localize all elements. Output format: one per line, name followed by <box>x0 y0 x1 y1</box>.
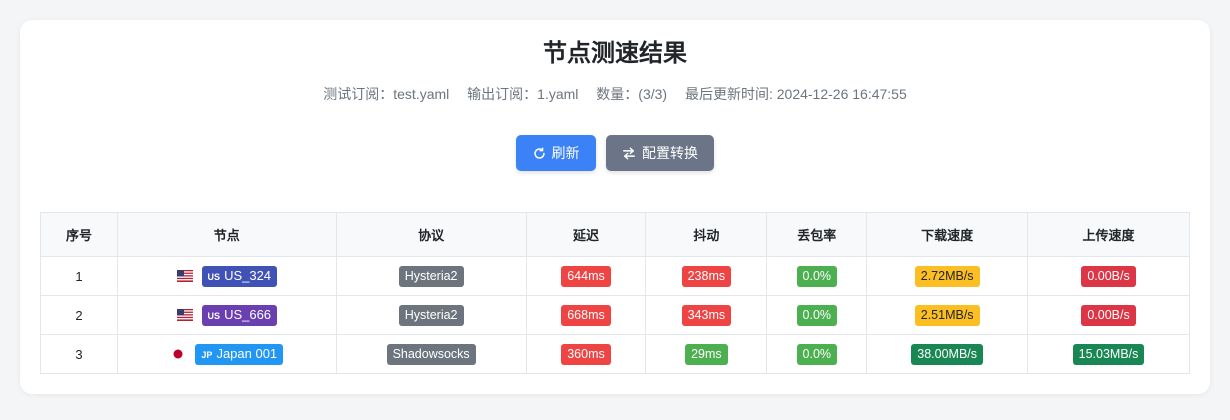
jitter-badge: 343ms <box>681 304 732 326</box>
header-download-speed[interactable]: 下载速度 <box>866 212 1029 257</box>
download-speed-badge: 38.00MB/s <box>911 343 984 365</box>
country-code: US <box>207 271 221 282</box>
refresh-icon <box>533 146 546 160</box>
upload-speed-badge: 0.00B/s <box>1081 265 1136 287</box>
latency-badge: 644ms <box>561 265 611 287</box>
table-row: 3 JP Japan 001 Shadowsocks 360ms 29ms 0.… <box>40 334 1190 374</box>
header-protocol[interactable]: 协议 <box>335 212 527 257</box>
row-index: 2 <box>40 295 118 335</box>
row-index: 1 <box>40 256 118 296</box>
download-speed-badge: 2.72MB/s <box>914 265 980 287</box>
packet-loss-badge: 0.0% <box>796 304 838 326</box>
table-row: 1 US US_324 Hysteria2 644ms 238ms 0.0% 2… <box>40 256 1190 296</box>
upload-speed-badge: 15.03MB/s <box>1072 343 1145 365</box>
header-packet-loss[interactable]: 丢包率 <box>766 212 868 257</box>
protocol-badge: Shadowsocks <box>386 343 476 365</box>
header-latency[interactable]: 延迟 <box>525 212 647 257</box>
download-speed-badge: 2.51MB/s <box>914 304 980 326</box>
node-name-badge[interactable]: JP Japan 001 <box>195 343 284 365</box>
upload-speed-badge: 0.00B/s <box>1081 304 1136 326</box>
protocol-badge: Hysteria2 <box>398 304 464 326</box>
swap-arrows-icon <box>622 147 636 160</box>
jitter-badge: 29ms <box>685 343 728 365</box>
country-code: JP <box>201 349 213 360</box>
header-index[interactable]: 序号 <box>40 212 118 257</box>
config-convert-button-label: 配置转换 <box>642 145 698 161</box>
us-flag-icon <box>176 270 193 282</box>
row-index: 3 <box>40 334 118 374</box>
table-body: 1 US US_324 Hysteria2 644ms 238ms 0.0% 2… <box>40 256 1190 374</box>
test-subscription-info: 测试订阅：test.yaml <box>323 86 450 102</box>
node-name-badge[interactable]: US US_666 <box>201 304 278 326</box>
table-header-row: 序号 节点 协议 延迟 抖动 丢包率 下载速度 上传速度 <box>40 212 1190 257</box>
results-card: 节点测速结果 测试订阅：test.yaml 输出订阅：1.yaml 数量：(3/… <box>20 20 1210 394</box>
node-name-badge[interactable]: US US_324 <box>201 265 278 287</box>
country-code: US <box>207 310 221 321</box>
protocol-badge: Hysteria2 <box>398 265 464 287</box>
jp-flag-icon <box>170 348 186 360</box>
latency-badge: 668ms <box>561 304 611 326</box>
page-title: 节点测速结果 <box>543 40 687 67</box>
output-subscription-info: 输出订阅：1.yaml <box>467 86 579 102</box>
table-row: 2 US US_666 Hysteria2 668ms 343ms 0.0% 2… <box>40 295 1190 335</box>
node-cell: US US_666 <box>176 304 278 326</box>
node-name: Japan 001 <box>216 345 278 361</box>
action-buttons: 刷新 配置转换 <box>20 135 1210 171</box>
results-table: 序号 节点 协议 延迟 抖动 丢包率 下载速度 上传速度 1 US US_324… <box>40 212 1190 374</box>
header-node[interactable]: 节点 <box>116 212 337 257</box>
node-count-info: 数量：(3/3) <box>596 86 668 102</box>
node-cell: US US_324 <box>176 265 278 287</box>
latency-badge: 360ms <box>561 343 611 365</box>
last-updated-info: 最后更新时间: 2024-12-26 16:47:55 <box>684 86 907 102</box>
packet-loss-badge: 0.0% <box>796 265 838 287</box>
node-name: US_324 <box>224 267 272 283</box>
node-name: US_666 <box>224 306 272 322</box>
config-convert-button[interactable]: 配置转换 <box>606 135 714 171</box>
refresh-button-label: 刷新 <box>551 145 580 161</box>
meta-info: 测试订阅：test.yaml 输出订阅：1.yaml 数量：(3/3) 最后更新… <box>20 84 1210 104</box>
refresh-button[interactable]: 刷新 <box>516 135 596 171</box>
node-cell: JP Japan 001 <box>170 343 284 365</box>
jitter-badge: 238ms <box>681 265 732 287</box>
header-upload-speed[interactable]: 上传速度 <box>1027 212 1190 257</box>
us-flag-icon <box>176 309 193 321</box>
packet-loss-badge: 0.0% <box>796 343 838 365</box>
header-jitter[interactable]: 抖动 <box>645 212 768 257</box>
